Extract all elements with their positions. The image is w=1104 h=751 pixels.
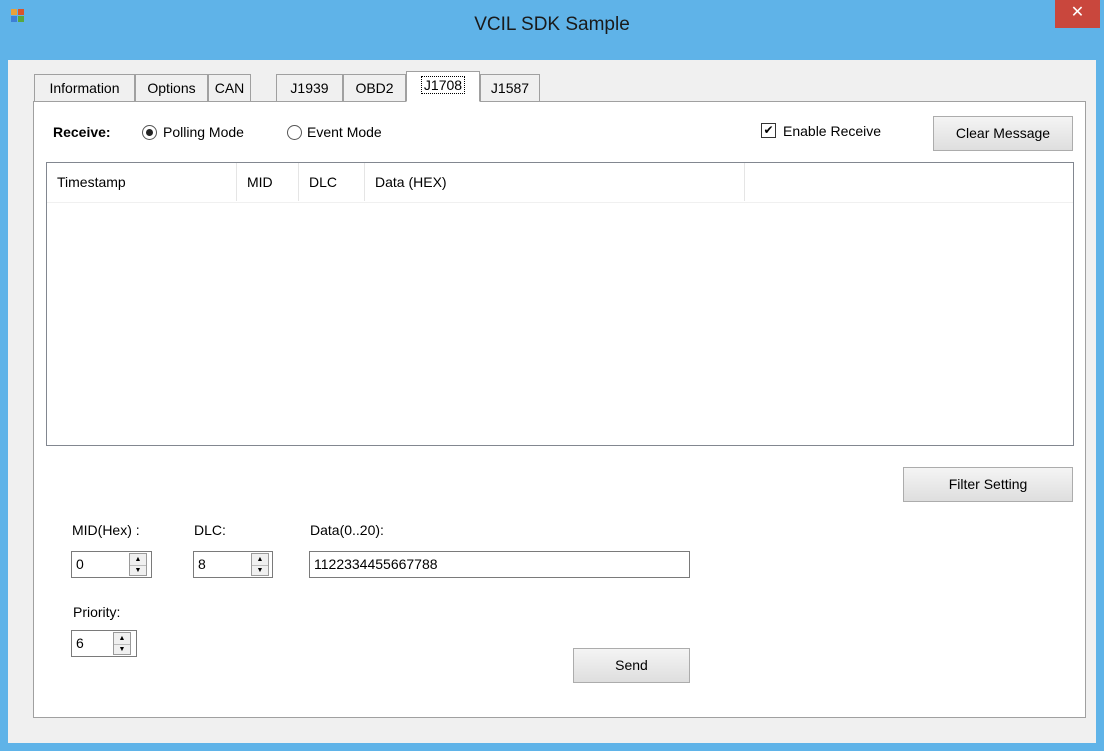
tab-options[interactable]: Options xyxy=(135,74,208,102)
enable-receive-label[interactable]: Enable Receive xyxy=(783,123,881,139)
tab-label: Options xyxy=(147,80,196,96)
close-button[interactable]: ✕ xyxy=(1055,0,1100,28)
enable-receive-checkbox[interactable]: ✔ xyxy=(761,123,776,138)
tab-label: OBD2 xyxy=(355,80,394,96)
tab-label: CAN xyxy=(214,80,245,96)
arrow-down-icon[interactable]: ▼ xyxy=(130,565,146,576)
message-list[interactable] xyxy=(46,162,1074,446)
receive-label: Receive: xyxy=(53,124,111,140)
priority-value: 6 xyxy=(76,635,84,651)
data-value: 1122334455667788 xyxy=(314,556,438,572)
tab-j1939[interactable]: J1939 xyxy=(276,74,343,102)
radio-selected-dot xyxy=(146,129,153,136)
tab-j1708[interactable]: J1708 xyxy=(406,71,480,102)
event-mode-radio[interactable] xyxy=(287,125,302,140)
data-input[interactable]: 1122334455667788 xyxy=(309,551,690,578)
mid-hex-stepper[interactable]: ▲ ▼ xyxy=(129,553,147,576)
tab-information[interactable]: Information xyxy=(34,74,135,102)
arrow-down-icon[interactable]: ▼ xyxy=(252,565,268,576)
list-header-divider xyxy=(47,202,1073,203)
window-title: VCIL SDK Sample xyxy=(474,14,630,35)
tab-can[interactable]: CAN xyxy=(208,74,251,102)
tab-label: J1708 xyxy=(420,76,466,94)
tab-j1587[interactable]: J1587 xyxy=(480,74,540,102)
tab-label: J1587 xyxy=(490,80,530,96)
close-icon: ✕ xyxy=(1070,4,1085,21)
mid-hex-value: 0 xyxy=(76,556,84,572)
column-header-data-hex[interactable]: Data (HEX) xyxy=(365,163,745,201)
tab-label: J1939 xyxy=(290,80,329,96)
dlc-value: 8 xyxy=(198,556,206,572)
filter-setting-button[interactable]: Filter Setting xyxy=(903,467,1073,502)
priority-stepper[interactable]: ▲ ▼ xyxy=(113,632,131,655)
polling-mode-label[interactable]: Polling Mode xyxy=(163,124,244,140)
clear-message-button[interactable]: Clear Message xyxy=(933,116,1073,151)
mid-hex-label: MID(Hex) : xyxy=(72,522,140,538)
polling-mode-radio[interactable] xyxy=(142,125,157,140)
tab-obd2[interactable]: OBD2 xyxy=(343,74,406,102)
column-header-dlc[interactable]: DLC xyxy=(299,163,365,201)
column-header-mid[interactable]: MID xyxy=(237,163,299,201)
dlc-stepper[interactable]: ▲ ▼ xyxy=(251,553,269,576)
column-header-timestamp[interactable]: Timestamp xyxy=(47,163,237,201)
arrow-down-icon[interactable]: ▼ xyxy=(114,644,130,655)
data-label: Data(0..20): xyxy=(310,522,384,538)
priority-label: Priority: xyxy=(73,604,121,620)
check-icon: ✔ xyxy=(763,123,774,137)
event-mode-label[interactable]: Event Mode xyxy=(307,124,382,140)
dlc-label: DLC: xyxy=(194,522,226,538)
tab-label: Information xyxy=(49,80,120,96)
send-button[interactable]: Send xyxy=(573,648,690,683)
